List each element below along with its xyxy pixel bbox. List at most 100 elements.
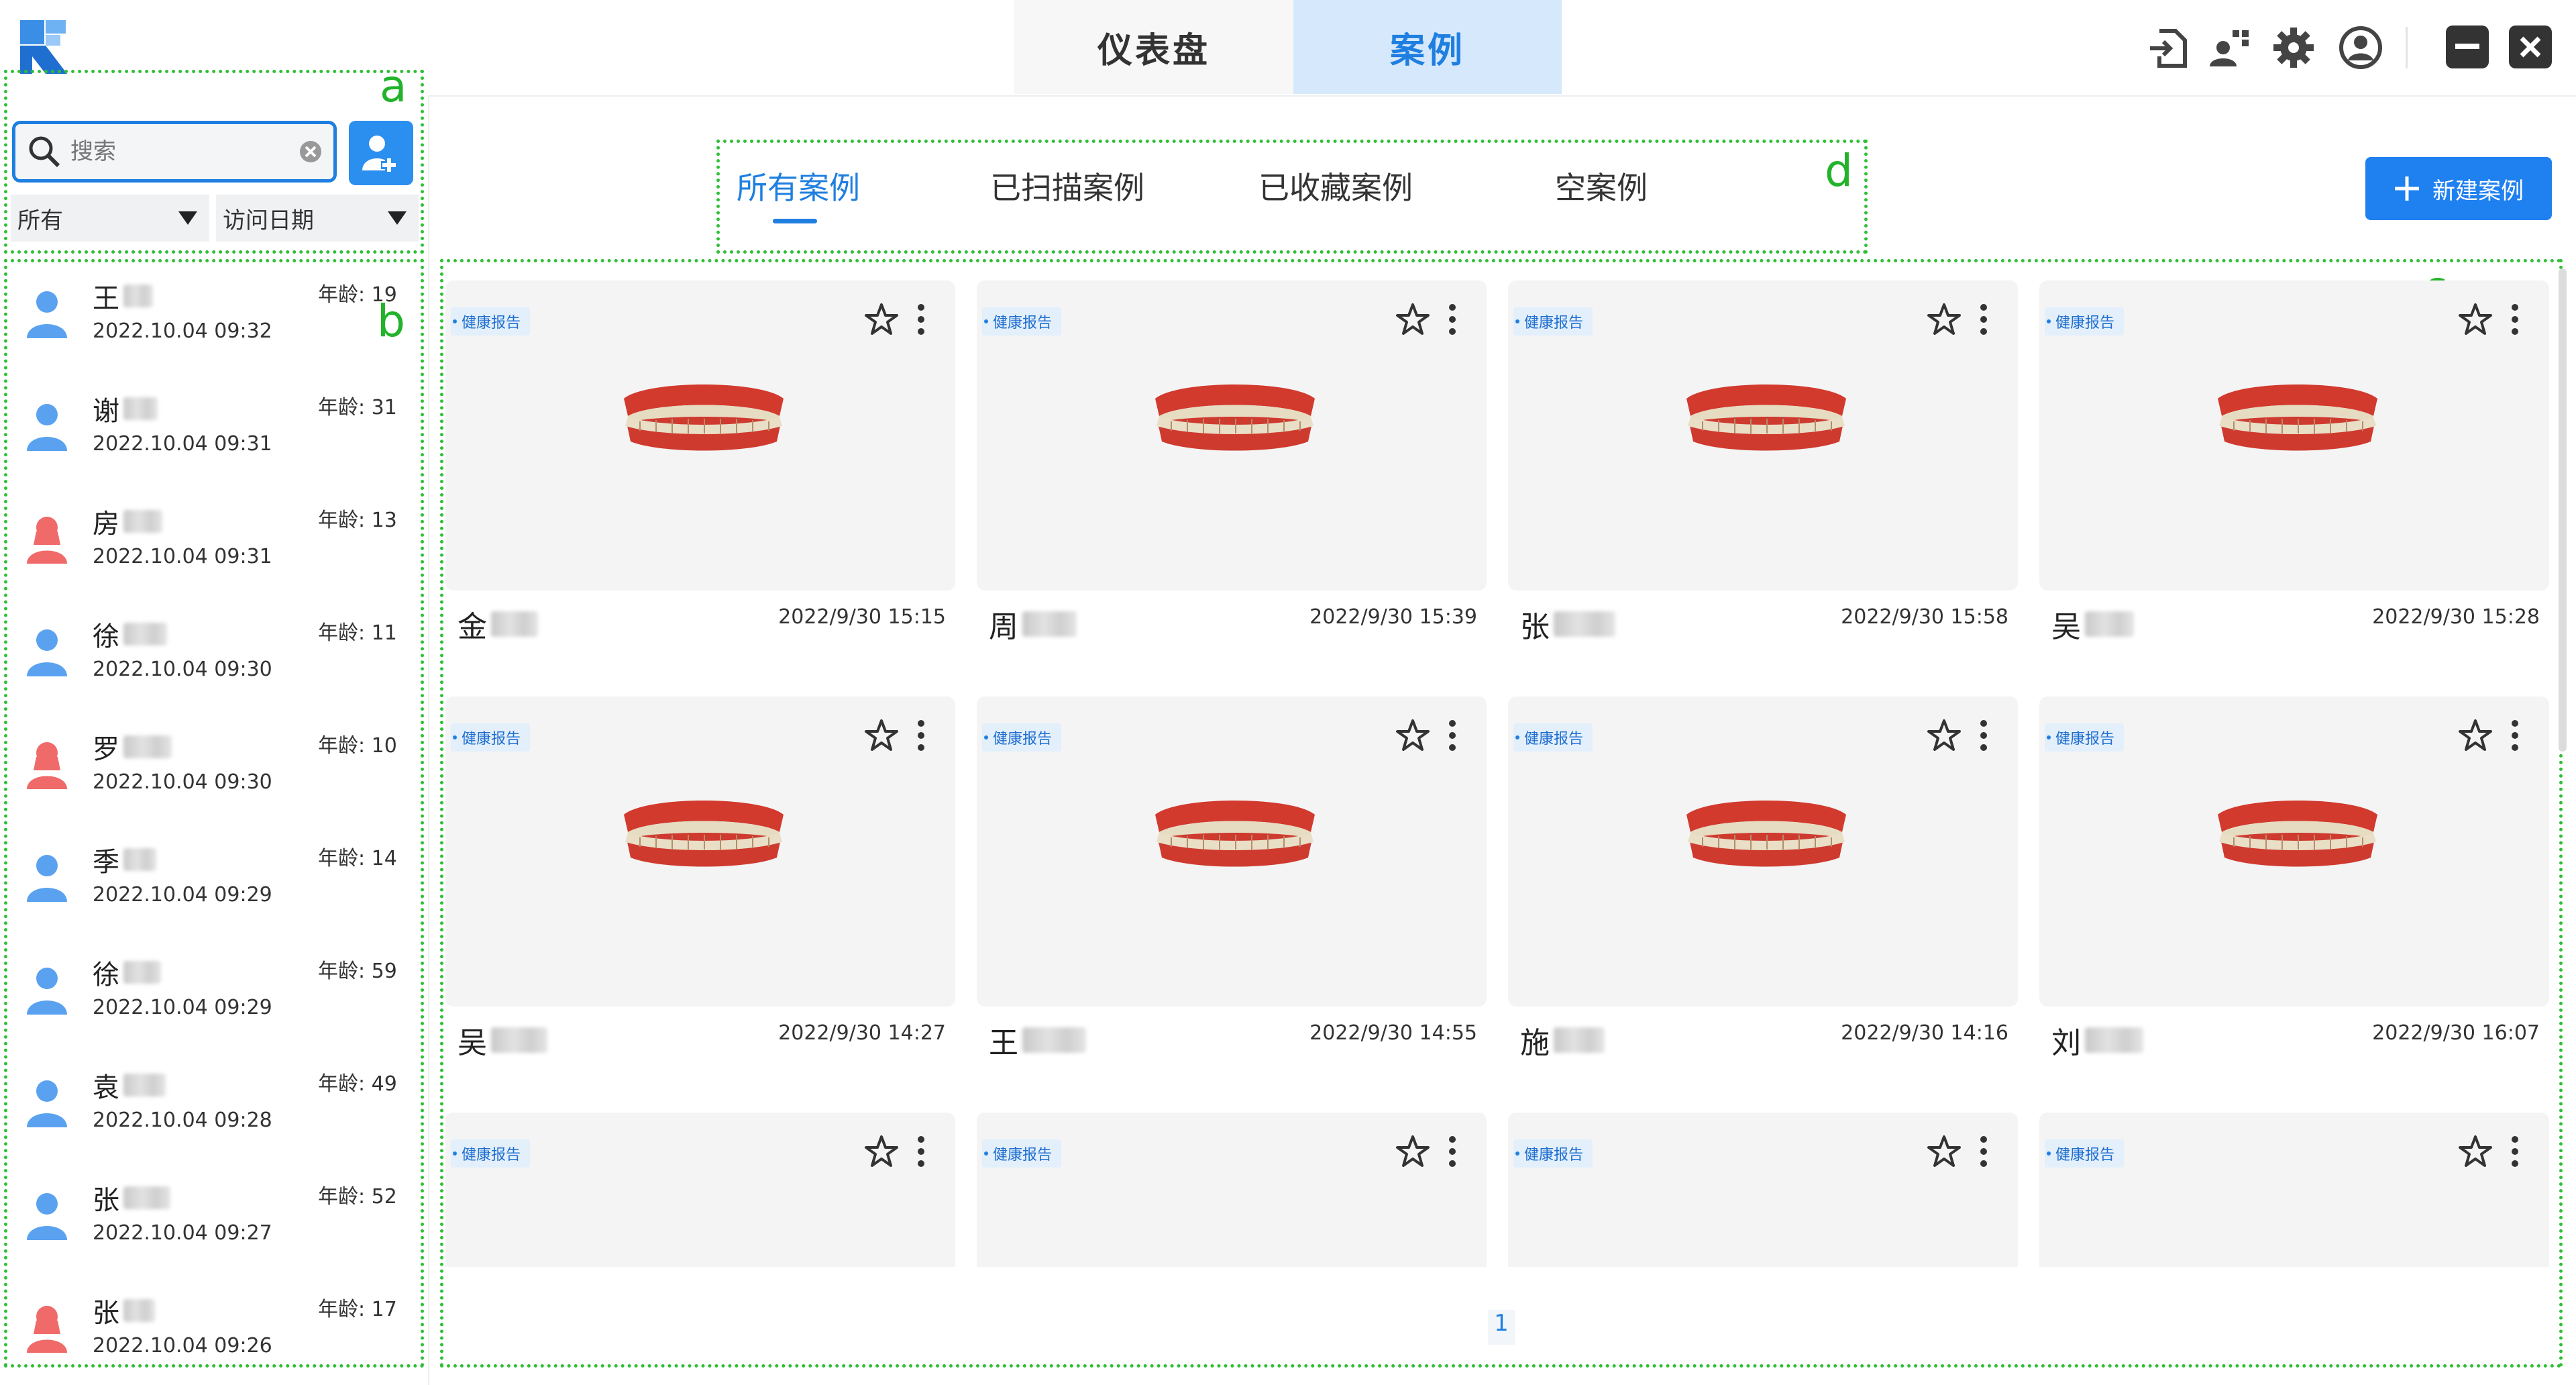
favorite-star-icon[interactable]: [863, 301, 900, 338]
tab-cases[interactable]: 案例: [1293, 0, 1562, 94]
patient-list-item[interactable]: 张 年龄: 52 2022.10.04 09:27: [8, 1165, 420, 1278]
case-grid-scrollbar[interactable]: [2559, 268, 2567, 752]
patient-list-item[interactable]: 谢 年龄: 31 2022.10.04 09:31: [8, 376, 420, 489]
category-filter-select[interactable]: 所有: [11, 195, 209, 242]
male-avatar-icon: [27, 404, 67, 451]
more-options-icon[interactable]: [1442, 301, 1462, 338]
more-options-icon[interactable]: [1974, 301, 1994, 338]
add-user-icon: [362, 136, 397, 173]
health-report-tag: 健康报告: [2045, 307, 2125, 336]
case-3d-preview[interactable]: 健康报告: [445, 280, 955, 591]
case-patient-name: 施: [1520, 1019, 1605, 1062]
case-3d-preview[interactable]: 健康报告: [2039, 280, 2549, 591]
case-patient-surname: 王: [989, 1026, 1018, 1060]
patient-name: 房: [93, 502, 162, 541]
dental-scan-model: [1155, 801, 1315, 867]
favorite-star-icon[interactable]: [1394, 301, 1432, 338]
case-3d-preview[interactable]: 健康报告: [1508, 1113, 2018, 1267]
case-3d-preview[interactable]: 健康报告: [445, 1113, 955, 1267]
new-case-button[interactable]: 新建案例: [2365, 157, 2552, 220]
redacted-name: [123, 623, 167, 646]
close-icon: [2520, 36, 2541, 58]
case-3d-preview[interactable]: 健康报告: [977, 280, 1487, 591]
patient-visit-date: 2022.10.04 09:31: [93, 432, 272, 456]
case-3d-preview[interactable]: 健康报告: [1508, 280, 2018, 591]
pagination-page-1[interactable]: 1: [1488, 1310, 1515, 1345]
more-options-icon[interactable]: [911, 1133, 931, 1170]
patient-list-item[interactable]: 袁 年龄: 49 2022.10.04 09:28: [8, 1052, 420, 1165]
patient-age: 年龄: 49: [318, 1072, 397, 1096]
favorite-star-icon[interactable]: [1925, 1133, 1963, 1170]
tab-all-cases[interactable]: 所有案例: [737, 164, 860, 208]
tab-empty-cases[interactable]: 空案例: [1555, 164, 1648, 208]
redacted-name: [1554, 1027, 1605, 1053]
tab-favorite-cases[interactable]: 已收藏案例: [1258, 164, 1413, 208]
more-options-icon[interactable]: [911, 301, 931, 338]
sort-filter-select[interactable]: 访问日期: [216, 195, 419, 242]
minimize-button[interactable]: [2446, 25, 2489, 68]
close-button[interactable]: [2509, 25, 2552, 68]
patient-list-item[interactable]: 季 年龄: 14 2022.10.04 09:29: [8, 827, 420, 939]
case-date: 2022/9/30 14:27: [778, 1021, 946, 1045]
patient-visit-date: 2022.10.04 09:27: [93, 1221, 272, 1245]
import-icon[interactable]: [2144, 24, 2191, 71]
case-patient-name: 张: [1520, 603, 1615, 646]
more-options-icon[interactable]: [2505, 301, 2525, 338]
health-report-tag: 健康报告: [982, 1139, 1062, 1168]
search-input[interactable]: [69, 138, 293, 166]
account-icon[interactable]: [2337, 24, 2384, 71]
female-avatar-icon: [27, 1306, 67, 1353]
patient-age: 年龄: 11: [318, 621, 397, 645]
patient-list-item[interactable]: 罗 年龄: 10 2022.10.04 09:30: [8, 714, 420, 827]
more-options-icon[interactable]: [1442, 717, 1462, 754]
patient-list-item[interactable]: 徐 年龄: 11 2022.10.04 09:30: [8, 601, 420, 714]
favorite-star-icon[interactable]: [2457, 717, 2494, 754]
male-avatar-icon: [27, 629, 67, 676]
more-options-icon[interactable]: [911, 717, 931, 754]
favorite-star-icon[interactable]: [1925, 717, 1963, 754]
favorite-star-icon[interactable]: [2457, 301, 2494, 338]
patient-visit-date: 2022.10.04 09:29: [93, 883, 272, 907]
patient-surname: 张: [93, 1298, 119, 1329]
favorite-star-icon[interactable]: [1394, 717, 1432, 754]
health-report-tag: 健康报告: [1513, 307, 1593, 336]
more-options-icon[interactable]: [2505, 1133, 2525, 1170]
favorite-star-icon[interactable]: [1394, 1133, 1432, 1170]
favorite-star-icon[interactable]: [863, 717, 900, 754]
patient-list-item[interactable]: 徐 年龄: 59 2022.10.04 09:29: [8, 939, 420, 1052]
favorite-star-icon[interactable]: [1925, 301, 1963, 338]
search-input-box[interactable]: [12, 121, 337, 183]
more-options-icon[interactable]: [1974, 717, 1994, 754]
patient-name: 袁: [93, 1066, 166, 1105]
active-tab-indicator: [773, 219, 817, 223]
clear-search-icon[interactable]: [299, 140, 323, 164]
case-date: 2022/9/30 14:16: [1841, 1021, 2008, 1045]
sort-filter-value: 访问日期: [223, 207, 314, 234]
users-icon[interactable]: [2207, 24, 2254, 71]
patient-list-item[interactable]: 房 年龄: 13 2022.10.04 09:31: [8, 489, 420, 601]
chevron-down-icon: [388, 211, 407, 225]
case-3d-preview[interactable]: 健康报告: [2039, 1113, 2549, 1267]
settings-gear-icon[interactable]: [2270, 24, 2317, 71]
more-options-icon[interactable]: [2505, 717, 2525, 754]
add-patient-button[interactable]: [349, 121, 413, 185]
female-avatar-icon: [27, 742, 67, 789]
case-3d-preview[interactable]: 健康报告: [977, 1113, 1487, 1267]
patient-name: 徐: [93, 953, 161, 992]
patient-list-item[interactable]: 张 年龄: 17 2022.10.04 09:26: [8, 1278, 420, 1364]
patient-visit-date: 2022.10.04 09:30: [93, 658, 272, 681]
case-3d-preview[interactable]: 健康报告: [2039, 697, 2549, 1007]
tab-dashboard[interactable]: 仪表盘: [1014, 0, 1293, 94]
tab-scanned-cases[interactable]: 已扫描案例: [990, 164, 1144, 208]
case-3d-preview[interactable]: 健康报告: [977, 697, 1487, 1007]
redacted-name: [1554, 611, 1615, 637]
case-3d-preview[interactable]: 健康报告: [445, 697, 955, 1007]
case-date: 2022/9/30 15:58: [1841, 605, 2008, 629]
favorite-star-icon[interactable]: [2457, 1133, 2494, 1170]
case-3d-preview[interactable]: 健康报告: [1508, 697, 2018, 1007]
patient-list-item[interactable]: 王 年龄: 19 2022.10.04 09:32: [8, 263, 420, 376]
more-options-icon[interactable]: [1442, 1133, 1462, 1170]
more-options-icon[interactable]: [1974, 1133, 1994, 1170]
favorite-star-icon[interactable]: [863, 1133, 900, 1170]
patient-age: 年龄: 10: [318, 734, 397, 758]
